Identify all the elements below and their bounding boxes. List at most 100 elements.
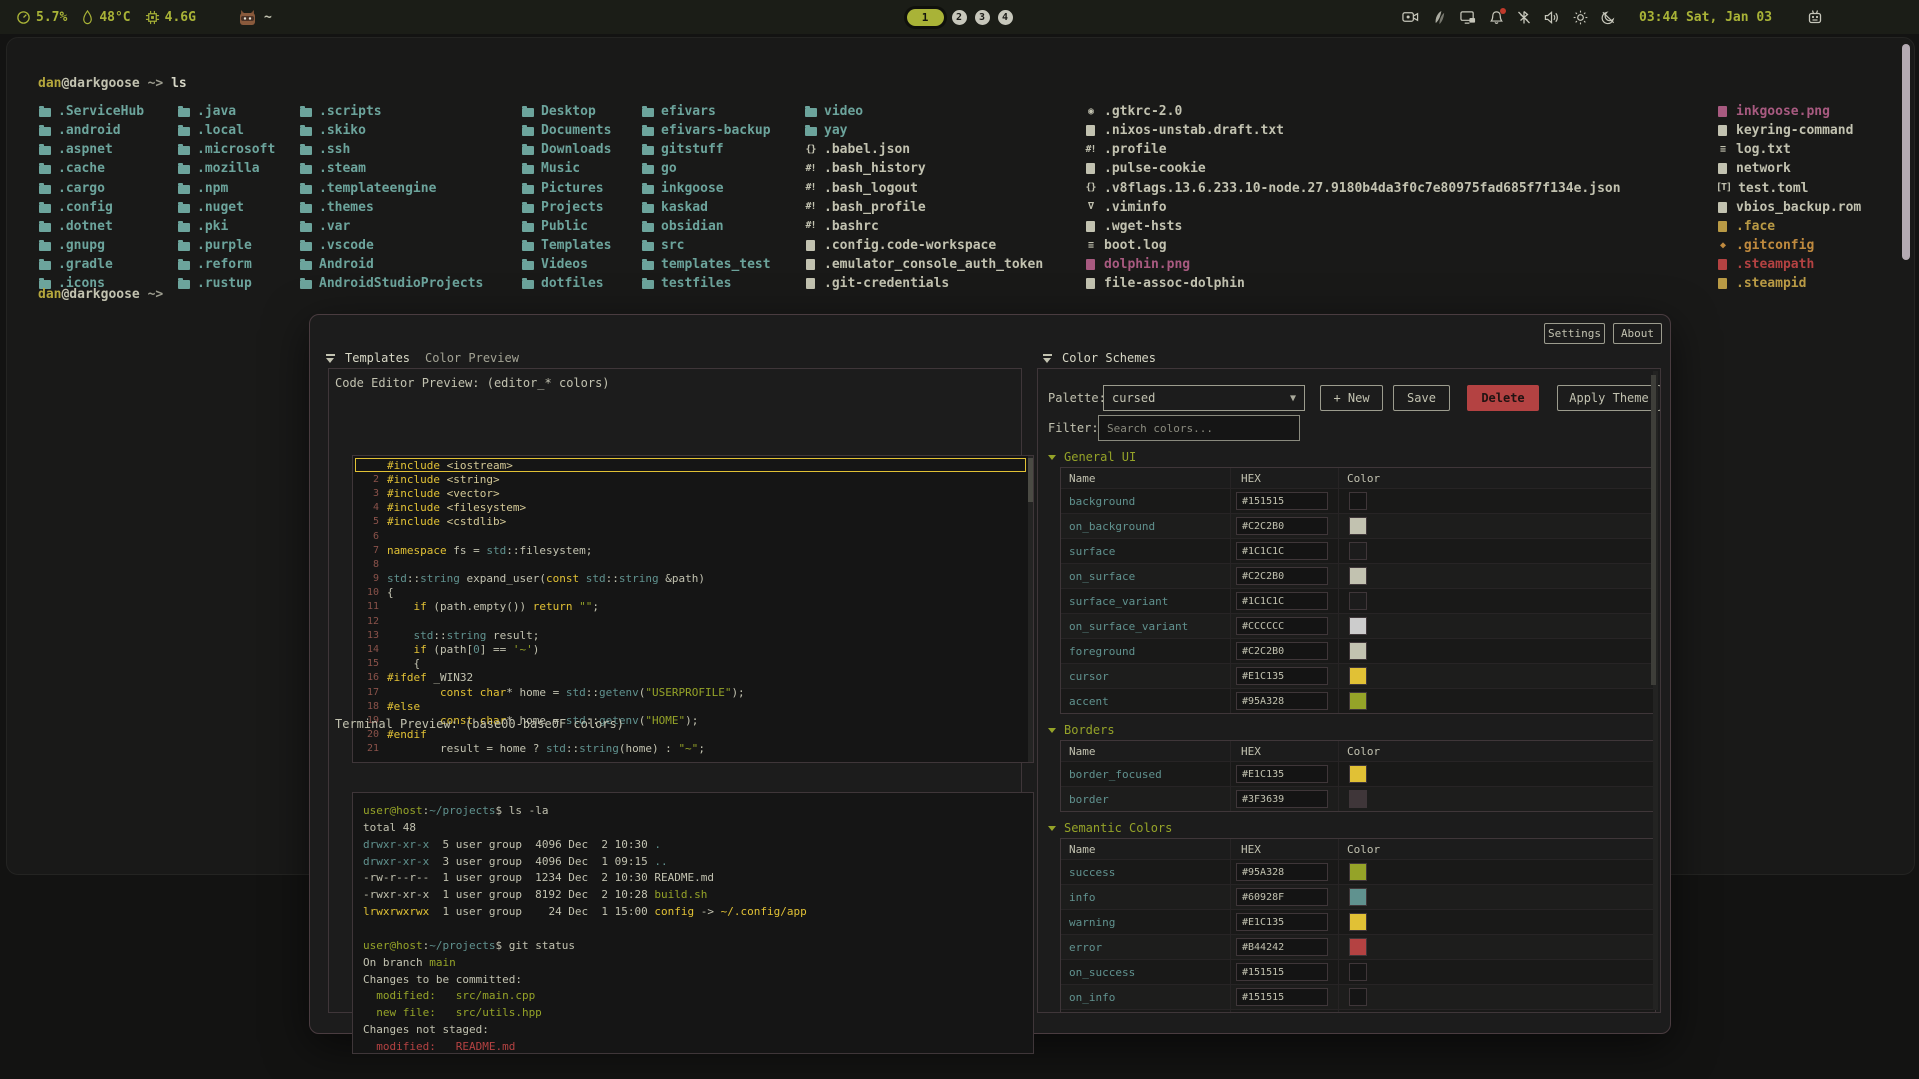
ls-item-name: .nixos-unstab.draft.txt: [1104, 123, 1284, 138]
hex-input[interactable]: [1236, 617, 1328, 635]
code-editor-preview-label: Code Editor Preview: (editor_* colors): [335, 376, 610, 390]
brightness-icon[interactable]: [1573, 10, 1588, 25]
ls-item: testfiles: [641, 274, 771, 293]
section-header-general-ui[interactable]: General UI: [1048, 449, 1652, 465]
workspace-2[interactable]: 2: [952, 10, 967, 25]
notifications-icon[interactable]: [1489, 10, 1504, 25]
token-pl: ::: [433, 629, 446, 642]
color-cell: [1339, 860, 1655, 884]
color-swatch[interactable]: [1349, 863, 1367, 881]
hex-input[interactable]: [1236, 765, 1328, 783]
hex-input[interactable]: [1236, 592, 1328, 610]
token-pl: $ git status: [495, 939, 574, 952]
collapse-icon[interactable]: [326, 354, 336, 364]
folder-icon: [299, 125, 312, 136]
hex-input[interactable]: [1236, 888, 1328, 906]
workspace-1-active[interactable]: 1: [907, 9, 944, 26]
hex-input[interactable]: [1236, 667, 1328, 685]
column-header-name: Name: [1061, 839, 1231, 859]
token-pl: );: [731, 686, 744, 699]
color-swatch[interactable]: [1349, 542, 1367, 560]
code-line: 18#else: [353, 699, 1033, 713]
ls-item-name: go: [661, 161, 677, 176]
ls-item-name: Templates: [541, 238, 611, 253]
file-icon: [1716, 163, 1729, 174]
tab-templates[interactable]: Templates: [345, 351, 410, 365]
token-pl: -rwxr-xr-x 1 user group 8192 Dec 2 10:28: [363, 888, 654, 901]
ls-column: efivarsefivars-backupgitstuffgoinkgoosek…: [641, 102, 771, 293]
night-light-off-icon[interactable]: [1601, 10, 1616, 25]
tab-color-preview[interactable]: Color Preview: [425, 351, 519, 365]
hex-input[interactable]: [1236, 938, 1328, 956]
terminal-preview-line: total 48: [363, 819, 1033, 836]
color-swatch[interactable]: [1349, 765, 1367, 783]
workspace-3[interactable]: 3: [975, 10, 990, 25]
color-swatch[interactable]: [1349, 642, 1367, 660]
color-swatch[interactable]: [1349, 790, 1367, 808]
color-swatch[interactable]: [1349, 517, 1367, 535]
code-line: 7namespace fs = std::filesystem;: [353, 543, 1033, 557]
hex-input[interactable]: [1236, 692, 1328, 710]
token-pl: * home =: [506, 686, 566, 699]
color-swatch[interactable]: [1349, 667, 1367, 685]
tray-robot-icon[interactable]: [1807, 9, 1823, 25]
color-swatch[interactable]: [1349, 988, 1367, 1006]
color-swatch[interactable]: [1349, 617, 1367, 635]
apply-theme-button[interactable]: Apply Theme: [1557, 385, 1661, 411]
new-palette-button[interactable]: + New: [1320, 385, 1383, 411]
color-swatch[interactable]: [1349, 692, 1367, 710]
color-swatch[interactable]: [1349, 592, 1367, 610]
color-swatch[interactable]: [1349, 913, 1367, 931]
folder-icon: [38, 240, 51, 251]
hex-cell: [1231, 985, 1339, 1009]
bluetooth-off-icon[interactable]: [1517, 10, 1531, 25]
color-swatch[interactable]: [1349, 963, 1367, 981]
screen-record-icon[interactable]: [1402, 10, 1419, 24]
color-swatch[interactable]: [1349, 567, 1367, 585]
delete-button[interactable]: Delete: [1467, 385, 1539, 411]
workspace-4[interactable]: 4: [998, 10, 1013, 25]
terminal-preview[interactable]: user@host:~/projects$ ls -latotal 48drwx…: [352, 792, 1034, 1054]
color-swatch[interactable]: [1349, 938, 1367, 956]
screen-lock-icon[interactable]: [1460, 10, 1476, 25]
token-pl: (home) :: [619, 742, 679, 755]
settings-button[interactable]: Settings: [1544, 323, 1605, 344]
hex-input[interactable]: [1236, 542, 1328, 560]
color-row-on_info: on_info: [1061, 984, 1655, 1009]
table-header-row: NameHEXColor: [1061, 468, 1655, 488]
token-st: "USERPROFILE": [645, 686, 731, 699]
memory-stat: 4.6G: [145, 10, 196, 25]
panel-scrollbar-track[interactable]: [1653, 371, 1658, 1010]
hex-input[interactable]: [1236, 642, 1328, 660]
search-colors-input[interactable]: [1098, 415, 1300, 441]
section-header-semantic-colors[interactable]: Semantic Colors: [1048, 820, 1652, 836]
notes-icon[interactable]: [1432, 10, 1447, 25]
hex-input[interactable]: [1236, 492, 1328, 510]
terminal-scrollbar-thumb[interactable]: [1902, 44, 1910, 260]
ls-item: video: [804, 102, 1043, 121]
about-button[interactable]: About: [1613, 323, 1662, 344]
save-button[interactable]: Save: [1393, 385, 1450, 411]
editor-scrollbar-track[interactable]: [1028, 456, 1033, 762]
hex-input[interactable]: [1236, 913, 1328, 931]
hex-input[interactable]: [1236, 567, 1328, 585]
palette-dropdown[interactable]: cursed ▼: [1103, 385, 1305, 411]
volume-icon[interactable]: [1544, 10, 1560, 25]
hex-input[interactable]: [1236, 988, 1328, 1006]
editor-scrollbar-thumb[interactable]: [1028, 458, 1033, 502]
panel-scrollbar-thumb[interactable]: [1651, 375, 1656, 685]
color-swatch[interactable]: [1349, 492, 1367, 510]
hex-input[interactable]: [1236, 963, 1328, 981]
color-cell: [1339, 614, 1655, 638]
section-header-borders[interactable]: Borders: [1048, 722, 1652, 738]
folder-icon: [38, 163, 51, 174]
hex-input[interactable]: [1236, 790, 1328, 808]
clock[interactable]: 03:44 Sat, Jan 03: [1639, 10, 1772, 25]
ls-item: #!.profile: [1084, 140, 1621, 159]
hex-input[interactable]: [1236, 517, 1328, 535]
hex-input[interactable]: [1236, 863, 1328, 881]
token-pl: [440, 501, 447, 514]
collapse-icon[interactable]: [1043, 354, 1053, 364]
line-number: 16: [353, 672, 387, 683]
color-swatch[interactable]: [1349, 888, 1367, 906]
